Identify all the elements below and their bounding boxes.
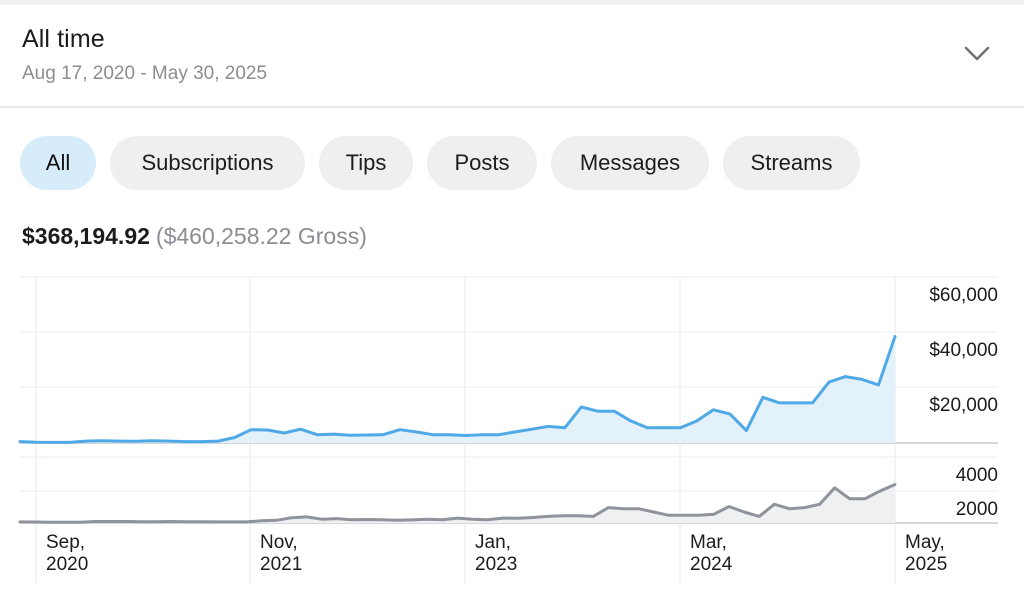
filter-chip-subscriptions[interactable]: Subscriptions (110, 136, 305, 190)
filter-chip-messages[interactable]: Messages (551, 136, 709, 190)
y-tick-top-0: $60,000 (929, 285, 998, 306)
gross-amount: ($460,258.22 Gross) (155, 223, 367, 249)
x-tick-1: Nov, 2021 (260, 532, 302, 575)
filter-chip-streams[interactable]: Streams (723, 136, 860, 190)
net-amount: $368,194.92 (22, 223, 150, 249)
earnings-card: All time Aug 17, 2020 - May 30, 2025 All… (0, 5, 1024, 595)
filter-chip-all[interactable]: All (20, 136, 96, 190)
x-tick-3: Mar, 2024 (690, 532, 733, 575)
period-selector[interactable]: All time Aug 17, 2020 - May 30, 2025 (0, 5, 1024, 108)
earnings-total: $368,194.92 ($460,258.22 Gross) (22, 223, 367, 250)
x-tick-4: May, 2025 (905, 532, 947, 575)
period-title: All time (22, 25, 105, 53)
y-tick-top-2: $20,000 (929, 395, 998, 416)
filter-chip-tips[interactable]: Tips (319, 136, 413, 190)
earnings-chart[interactable]: $60,000 $40,000 $20,000 4000 2000 Sep, 2020 Nov… (0, 265, 1024, 595)
chevron-down-icon[interactable] (960, 41, 994, 65)
x-tick-2: Jan, 2023 (475, 532, 517, 575)
y-tick-bottom-1: 2000 (956, 499, 998, 520)
y-tick-bottom-0: 4000 (956, 465, 998, 486)
earnings-series-area (20, 336, 895, 443)
filter-chip-posts[interactable]: Posts (427, 136, 537, 190)
period-date-range: Aug 17, 2020 - May 30, 2025 (22, 63, 268, 84)
y-tick-top-1: $40,000 (929, 340, 998, 361)
x-tick-0: Sep, 2020 (46, 532, 88, 575)
